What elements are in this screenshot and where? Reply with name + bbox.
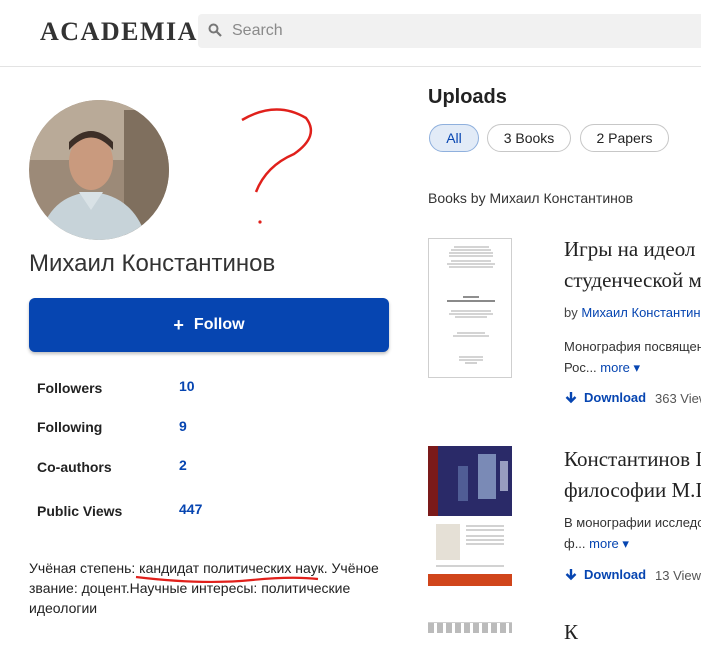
question-mark-annotation [241,108,313,224]
more-link[interactable]: more ▾ [589,536,629,551]
download-label: Download [584,390,647,405]
book-byline: by Михаил Константин [564,305,701,320]
top-header: ACADEMIA Search [0,0,701,67]
book-title-line: философии М.I [564,478,701,502]
chip-label-papers: 2 Papers [596,130,653,146]
description-line: Монография посвящен [564,339,701,354]
following-count[interactable]: 9 [179,418,187,434]
chip-label-books: 3 Books [503,130,555,146]
follow-button[interactable]: + Follow [29,298,389,352]
coauthors-label: Co-authors [37,459,112,475]
description-line: ф... [564,536,586,551]
book-description: В монографии исследо ф... more ▾ [564,512,701,554]
chip-label-all: All [446,130,462,146]
search-input[interactable]: Search [198,14,701,48]
public-views-count: 447 [179,501,203,517]
download-label: Download [584,567,647,582]
book-title[interactable]: К [564,620,578,645]
red-underline-annotation [135,575,319,584]
search-placeholder: Search [232,22,283,39]
book-title-line: Игры на идеол [564,237,696,261]
plus-icon: + [173,314,184,335]
book-thumbnail[interactable] [428,622,512,633]
view-count: 13 View [655,568,701,583]
by-label: by [564,305,578,320]
more-link[interactable]: more ▾ [600,360,640,375]
book-title[interactable]: Игры на идеол студенческой м [564,234,701,296]
coauthors-count[interactable]: 2 [179,457,187,473]
followers-count[interactable]: 10 [179,378,195,394]
caret-down-icon: ▾ [622,536,629,551]
book-thumbnail[interactable] [428,238,512,378]
author-link[interactable]: Михаил Константин [581,305,700,320]
description-line: Рос... [564,360,597,375]
download-icon [565,391,577,403]
more-label: more [600,360,630,375]
followers-label: Followers [37,380,103,396]
search-icon [208,23,222,42]
book-title[interactable]: Константинов I философии М.I [564,444,701,506]
book-title-line: студенческой м [564,268,701,292]
filter-chip-all[interactable]: All [429,124,479,152]
profile-avatar[interactable] [29,100,169,240]
books-section-title: Books by Михаил Константинов [428,190,634,206]
caret-down-icon: ▾ [633,360,641,375]
public-views-label: Public Views [37,503,123,519]
follow-label: Follow [193,316,245,333]
more-label: more [589,536,619,551]
filter-chip-papers[interactable]: 2 Papers [580,124,669,152]
description-line: В монографии исследо [564,515,701,530]
book-title-line: Константинов I [564,447,701,471]
download-button[interactable]: Download [564,390,646,405]
profile-name: Михаил Константинов [29,250,276,277]
book-thumbnail[interactable] [428,446,512,586]
following-label: Following [37,419,103,435]
filter-chip-books[interactable]: 3 Books [487,124,571,152]
download-icon [565,568,577,580]
uploads-heading: Uploads [428,86,507,108]
book-description: Монография посвящен Рос... more ▾ [564,336,701,378]
download-button[interactable]: Download [564,567,646,582]
view-count: 363 View [655,391,701,406]
academia-logo[interactable]: ACADEMIA [40,17,198,47]
